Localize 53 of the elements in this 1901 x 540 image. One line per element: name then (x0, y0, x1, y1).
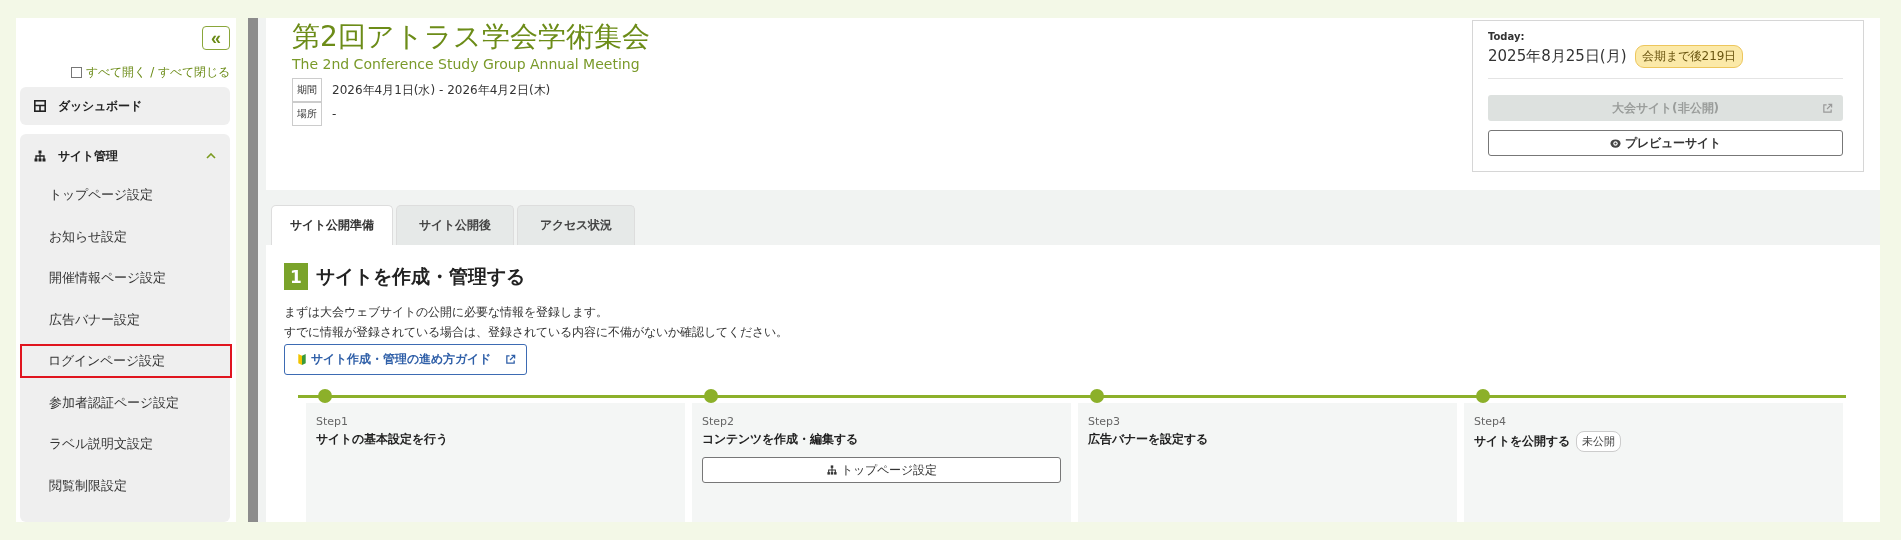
event-title: 第2回アトラス学会学術集会 (292, 19, 650, 55)
step-label: Step4 (1474, 415, 1508, 428)
beginner-mark-icon (297, 353, 307, 366)
external-link-icon (505, 354, 516, 365)
sidebar-item[interactable]: 広告バナー設定 (20, 302, 230, 337)
meta-value: 2026年4月1日(水) - 2026年4月2日(木) (332, 81, 551, 99)
timeline-dot (704, 389, 718, 403)
meta-value: - (332, 107, 337, 121)
sidebar-item[interactable]: 閲覧制限設定 (20, 468, 230, 503)
collapse-button[interactable]: « (202, 26, 230, 50)
status-badge: 未公開 (1576, 431, 1621, 452)
dashboard-nav-item[interactable]: ダッシュボード (20, 87, 230, 125)
countdown-badge: 会期まで後219日 (1634, 45, 1744, 68)
sitemap-icon (826, 465, 837, 475)
step-label: Step1 (316, 415, 350, 428)
today-date: 2025年8月25日(月) (1488, 47, 1627, 66)
step-title: サイトを公開する (1474, 433, 1570, 450)
expand-all-checkbox[interactable] (71, 67, 83, 78)
sidebar-item[interactable]: ラベル説明文設定 (20, 427, 230, 461)
section-heading: サイトを作成・管理する (316, 263, 525, 289)
step-title: コンテンツを作成・編集する (702, 431, 858, 448)
step-title: サイトの基本設定を行う (316, 431, 448, 448)
sidebar-item[interactable]: トップページ設定 (20, 178, 230, 212)
description-text: まずは大会ウェブサイトの公開に必要な情報を登録します。 (284, 304, 609, 321)
guide-link-button[interactable]: サイト作成・管理の進め方ガイド (284, 344, 527, 375)
external-link-icon (1822, 102, 1833, 114)
step-button[interactable]: トップページ設定 (702, 457, 1061, 483)
timeline-dot (1090, 389, 1104, 403)
sidebar-item[interactable]: 参加者認証ページ設定 (20, 385, 230, 420)
sidebar-item[interactable]: お知らせ設定 (20, 219, 230, 254)
description-text: すでに情報が登録されている場合は、登録されている内容に不備がないか確認してください。 (284, 324, 789, 341)
chevron-up-icon (206, 153, 216, 159)
tab[interactable]: サイト公開準備 (271, 205, 393, 245)
eye-icon (1610, 137, 1621, 149)
tab[interactable]: サイト公開後 (396, 205, 514, 245)
grid-icon (34, 100, 46, 112)
event-subtitle: The 2nd Conference Study Group Annual Meeting (292, 56, 641, 72)
site-management-nav-item[interactable]: サイト管理 (20, 134, 230, 178)
step-title: 広告バナーを設定する (1088, 431, 1208, 448)
sidebar-item[interactable]: ログインページ設定 (20, 344, 232, 378)
meta-label: 期間 (292, 78, 322, 102)
expand-all-link[interactable]: すべて開く / すべて閉じる (86, 64, 230, 81)
preview-site-button[interactable]: プレビューサイト (1488, 130, 1843, 156)
today-label: Today: (1488, 31, 1526, 42)
tab[interactable]: アクセス状況 (517, 205, 635, 245)
timeline-dot (318, 389, 332, 403)
step-label: Step2 (702, 415, 736, 428)
sidebar-item[interactable]: 開催情報ページ設定 (20, 261, 230, 295)
meta-label: 場所 (292, 102, 322, 126)
section-number: 1 (284, 263, 308, 290)
sitemap-icon (34, 150, 46, 162)
timeline-dot (1476, 389, 1490, 403)
step-label: Step3 (1088, 415, 1122, 428)
